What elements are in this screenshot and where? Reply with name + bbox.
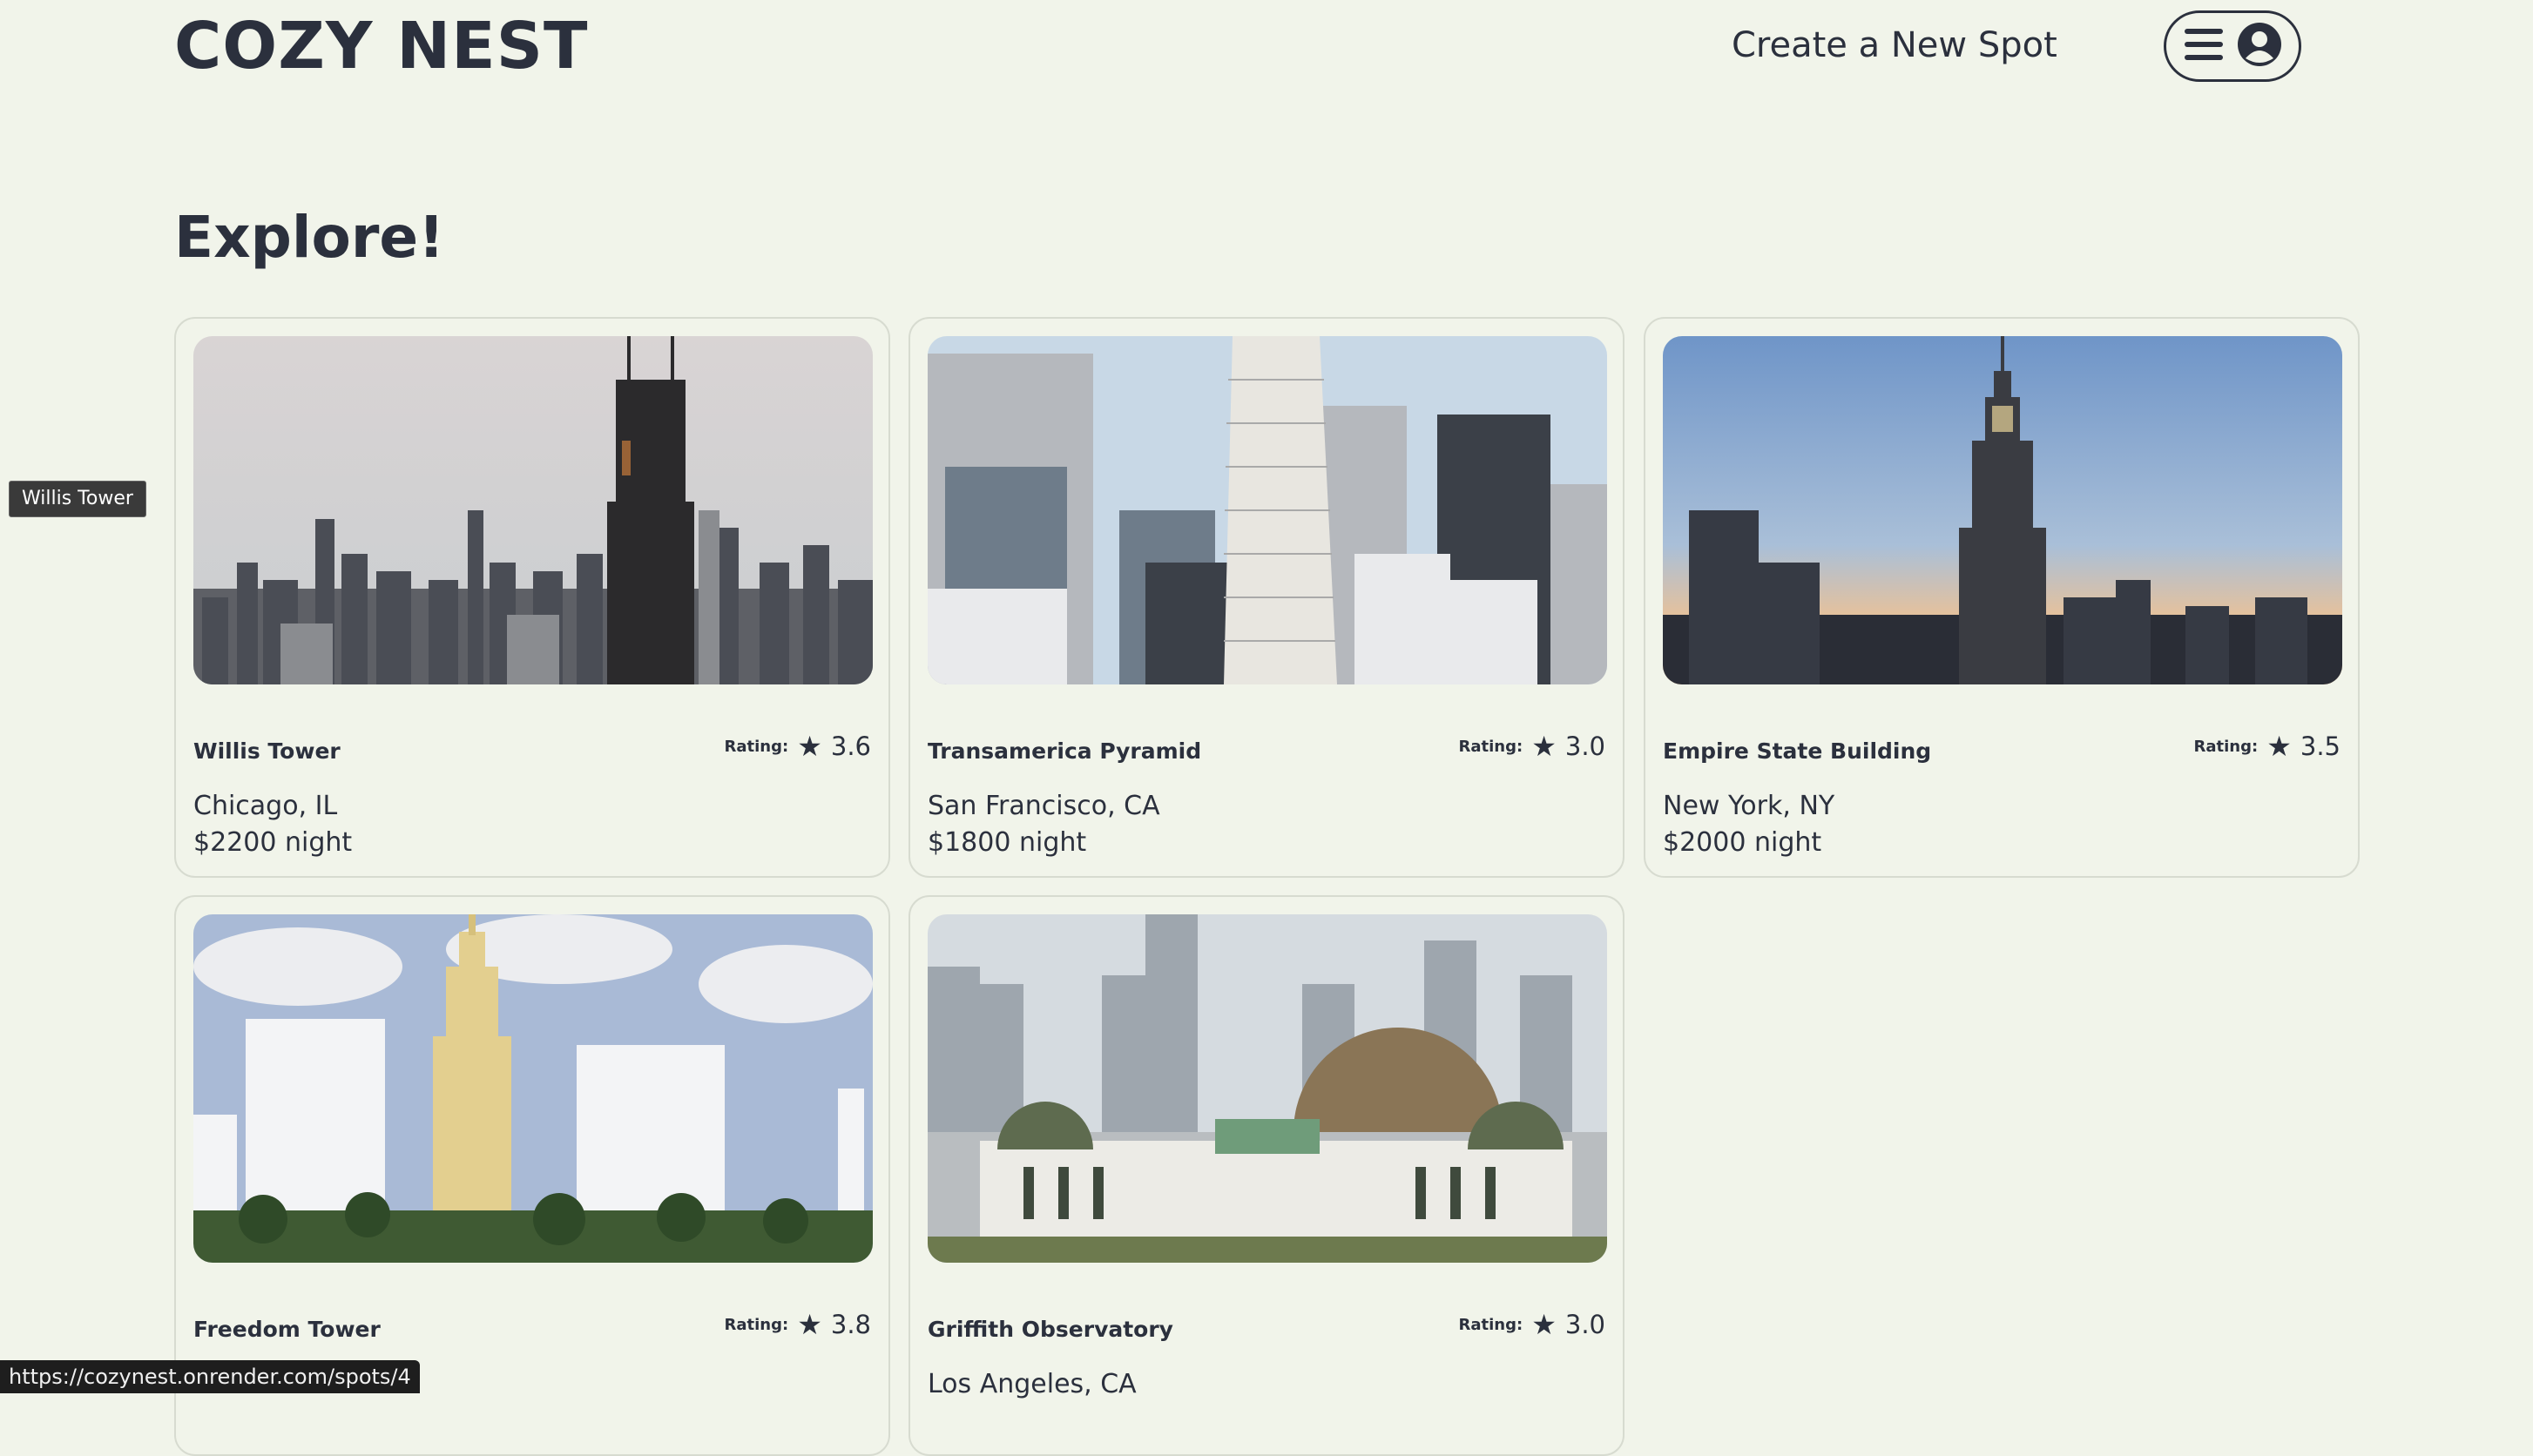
create-new-spot-link[interactable]: Create a New Spot <box>1732 19 2057 71</box>
star-icon: ★ <box>1531 1308 1557 1341</box>
spot-card[interactable]: Griffith Observatory Rating: ★ 3.0 Los A… <box>909 895 1624 1456</box>
spot-name: Griffith Observatory <box>928 1317 1173 1342</box>
spot-card[interactable]: Empire State Building Rating: ★ 3.5 New … <box>1644 317 2360 878</box>
rating-label: Rating: <box>724 1315 789 1334</box>
header: COZY NEST Create a New Spot <box>0 0 2533 96</box>
spot-location: Chicago, IL <box>193 791 338 821</box>
status-bar-url: https://cozynest.onrender.com/spots/4 <box>0 1360 420 1393</box>
rating-label: Rating: <box>724 737 789 756</box>
spot-location: Los Angeles, CA <box>928 1369 1137 1399</box>
rating-value: 3.0 <box>1564 731 1605 761</box>
spot-price: $2000 night <box>1663 827 1822 858</box>
rating-label: Rating: <box>2193 737 2259 756</box>
hamburger-icon <box>2183 25 2225 67</box>
rating-label: Rating: <box>1458 737 1523 756</box>
spot-card[interactable]: Transamerica Pyramid Rating: ★ 3.0 San F… <box>909 317 1624 878</box>
spot-image[interactable] <box>193 336 873 684</box>
spot-rating: Rating: ★ 3.0 <box>1459 1310 1606 1339</box>
logo[interactable]: COZY NEST <box>174 7 588 85</box>
spot-rating: Rating: ★ 3.6 <box>725 731 872 761</box>
rating-value: 3.6 <box>830 731 871 761</box>
spot-image[interactable] <box>193 914 873 1263</box>
spot-image[interactable] <box>928 336 1607 684</box>
spot-name: Willis Tower <box>193 738 341 764</box>
spot-rating: Rating: ★ 3.8 <box>725 1310 872 1339</box>
rating-label: Rating: <box>1458 1315 1523 1334</box>
star-icon: ★ <box>1531 730 1557 763</box>
rating-value: 3.8 <box>830 1310 871 1339</box>
spot-location: New York, NY <box>1663 791 1835 821</box>
user-circle-icon <box>2237 22 2282 71</box>
spot-name: Freedom Tower <box>193 1317 381 1342</box>
star-icon: ★ <box>797 1308 822 1341</box>
spot-image[interactable] <box>928 914 1607 1263</box>
spot-rating: Rating: ★ 3.5 <box>2194 731 2341 761</box>
page-title: Explore! <box>174 204 445 271</box>
spot-price: $1800 night <box>928 827 1087 858</box>
spot-name: Transamerica Pyramid <box>928 738 1202 764</box>
star-icon: ★ <box>2266 730 2292 763</box>
spot-rating: Rating: ★ 3.0 <box>1459 731 1606 761</box>
spot-price: $2200 night <box>193 827 353 858</box>
profile-menu-button[interactable] <box>2164 10 2301 82</box>
rating-value: 3.5 <box>2300 731 2340 761</box>
spot-image[interactable] <box>1663 336 2342 684</box>
spot-location: San Francisco, CA <box>928 791 1160 821</box>
spot-name: Empire State Building <box>1663 738 1932 764</box>
tooltip: Willis Tower <box>9 481 146 517</box>
rating-value: 3.0 <box>1564 1310 1605 1339</box>
spot-card[interactable]: Willis Tower Rating: ★ 3.6 Chicago, IL $… <box>174 317 890 878</box>
star-icon: ★ <box>797 730 822 763</box>
